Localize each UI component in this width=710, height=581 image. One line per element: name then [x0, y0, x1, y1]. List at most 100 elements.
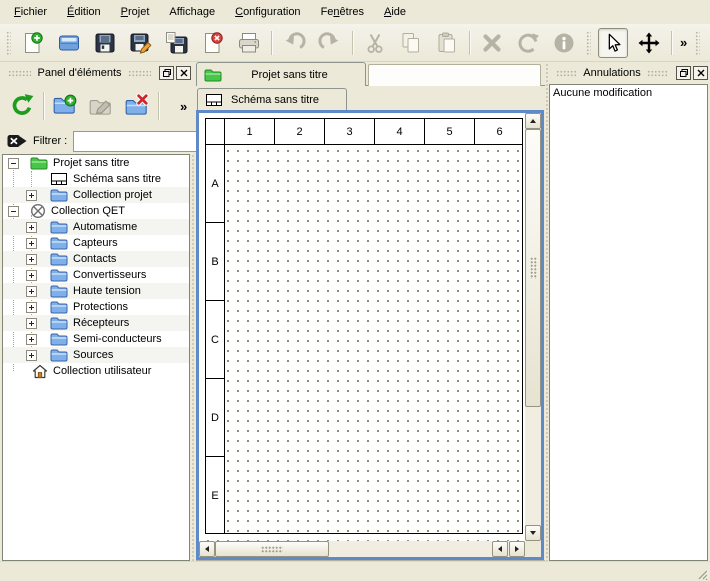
reload-collections-button[interactable] — [6, 90, 38, 122]
save-all-button[interactable] — [162, 28, 192, 58]
clear-filter-button[interactable] — [7, 133, 27, 149]
save-button[interactable] — [90, 28, 120, 58]
left-splitter[interactable] — [191, 154, 195, 561]
scroll-right-button[interactable] — [509, 541, 525, 557]
undo-panel-titlebar[interactable]: Annulations — [550, 63, 708, 83]
expand-marker[interactable] — [26, 286, 37, 297]
empty-tab-area — [368, 64, 541, 86]
move-cross-icon — [637, 31, 661, 55]
close-file-button[interactable] — [198, 28, 228, 58]
menu-aide[interactable]: Aide — [374, 2, 416, 22]
delete-category-button[interactable] — [121, 90, 153, 122]
new-file-button[interactable] — [18, 28, 48, 58]
copy-button[interactable] — [396, 28, 426, 58]
tree-item-schema-sans-titre[interactable]: Schéma sans titre — [3, 171, 189, 187]
collapse-marker[interactable] — [8, 158, 19, 169]
undo-panel-title: Annulations — [583, 67, 641, 79]
project-folder-icon — [204, 68, 222, 82]
scroll-left-button[interactable] — [199, 541, 215, 557]
cursor-arrow-icon — [602, 32, 624, 54]
save-as-button[interactable] — [126, 28, 156, 58]
tree-item-capteurs[interactable]: Capteurs — [3, 235, 189, 251]
toolbar-drag-handle[interactable] — [586, 31, 591, 55]
scroll-down-button[interactable] — [525, 525, 541, 541]
column-header-1: 1 — [225, 119, 275, 144]
float-panel-button[interactable] — [676, 66, 691, 80]
tree-item-sources[interactable]: Sources — [3, 347, 189, 363]
schematic-canvas[interactable]: 1 2 3 4 5 6 A B C D E — [199, 113, 525, 541]
tab-projet-sans-titre[interactable]: Projet sans titre — [196, 62, 366, 86]
menu-fenetres[interactable]: Fenêtres — [311, 2, 374, 22]
undo-list-item[interactable]: Aucune modification — [553, 87, 704, 99]
tree-item-collection-projet[interactable]: Collection projet — [3, 187, 189, 203]
cut-button[interactable] — [360, 28, 390, 58]
toolbar-separator — [352, 31, 353, 55]
rotate-button[interactable] — [513, 28, 543, 58]
delete-button[interactable] — [477, 28, 507, 58]
folder-delete-icon — [124, 93, 150, 119]
expand-marker[interactable] — [26, 238, 37, 249]
undo-button[interactable] — [279, 28, 309, 58]
menu-edition[interactable]: Édition — [57, 2, 111, 22]
edit-category-button[interactable] — [85, 90, 117, 122]
undo-history-list[interactable]: Aucune modification — [549, 84, 708, 561]
tree-item-haute-tension[interactable]: Haute tension — [3, 283, 189, 299]
vertical-scrollbar[interactable] — [525, 113, 541, 541]
size-grip[interactable] — [696, 567, 709, 580]
elements-panel-titlebar[interactable]: Panel d'éléments — [2, 63, 191, 83]
expand-marker[interactable] — [26, 254, 37, 265]
expand-marker[interactable] — [26, 350, 37, 361]
elements-tree[interactable]: Projet sans titre Schéma sans titre Coll… — [2, 154, 190, 561]
toolbar-separator — [158, 92, 159, 120]
menu-projet[interactable]: Projet — [111, 2, 160, 22]
scroll-up-button[interactable] — [525, 113, 541, 129]
horizontal-scrollbar[interactable] — [199, 541, 525, 557]
selection-mode-button[interactable] — [598, 28, 628, 58]
panel-toolbar-extension-button[interactable]: » — [176, 99, 191, 114]
elements-panel-title: Panel d'éléments — [37, 67, 121, 79]
tree-item-collection-qet[interactable]: Collection QET — [3, 203, 189, 219]
expand-marker[interactable] — [26, 302, 37, 313]
float-panel-button[interactable] — [159, 66, 174, 80]
paste-button[interactable] — [432, 28, 462, 58]
toolbar-info-group: » — [691, 28, 710, 58]
expand-marker[interactable] — [26, 222, 37, 233]
toolbar-drag-handle[interactable] — [695, 31, 700, 55]
toolbar-drag-handle[interactable] — [6, 31, 11, 55]
new-category-button[interactable] — [49, 90, 81, 122]
collapse-marker[interactable] — [8, 206, 19, 217]
open-file-button[interactable] — [54, 28, 84, 58]
redo-button[interactable] — [315, 28, 345, 58]
menu-affichage[interactable]: Affichage — [159, 2, 225, 22]
element-info-button[interactable] — [549, 28, 579, 58]
visualisation-mode-button[interactable] — [634, 28, 664, 58]
tree-item-automatisme[interactable]: Automatisme — [3, 219, 189, 235]
toolbar-extension-button[interactable]: » — [676, 35, 691, 50]
menu-configuration[interactable]: Configuration — [225, 2, 310, 22]
horizontal-scroll-thumb[interactable] — [215, 541, 329, 557]
tab-schema-sans-titre[interactable]: Schéma sans titre — [197, 88, 347, 110]
tree-item-convertisseurs[interactable]: Convertisseurs — [3, 267, 189, 283]
project-folder-icon — [30, 156, 48, 170]
scroll-left-button-2[interactable] — [492, 541, 508, 557]
schematic-view[interactable]: 1 2 3 4 5 6 A B C D E — [196, 110, 544, 560]
close-panel-button[interactable] — [176, 66, 191, 80]
tree-item-semi-conducteurs[interactable]: Semi-conducteurs — [3, 331, 189, 347]
expand-marker[interactable] — [26, 270, 37, 281]
close-panel-button[interactable] — [693, 66, 708, 80]
tree-item-contacts[interactable]: Contacts — [3, 251, 189, 267]
tree-item-protections[interactable]: Protections — [3, 299, 189, 315]
column-header-2: 2 — [275, 119, 325, 144]
tree-item-recepteurs[interactable]: Récepteurs — [3, 315, 189, 331]
toolbar-separator — [271, 31, 272, 55]
tree-item-collection-utilisateur[interactable]: Collection utilisateur — [3, 363, 189, 379]
folder-icon — [50, 348, 68, 362]
print-button[interactable] — [234, 28, 264, 58]
expand-marker[interactable] — [26, 190, 37, 201]
filter-label: Filtrer : — [33, 135, 67, 147]
tree-item-projet-sans-titre[interactable]: Projet sans titre — [3, 155, 189, 171]
expand-marker[interactable] — [26, 318, 37, 329]
vertical-scroll-thumb[interactable] — [525, 129, 541, 407]
menu-fichier[interactable]: Fichier — [4, 2, 57, 22]
expand-marker[interactable] — [26, 334, 37, 345]
